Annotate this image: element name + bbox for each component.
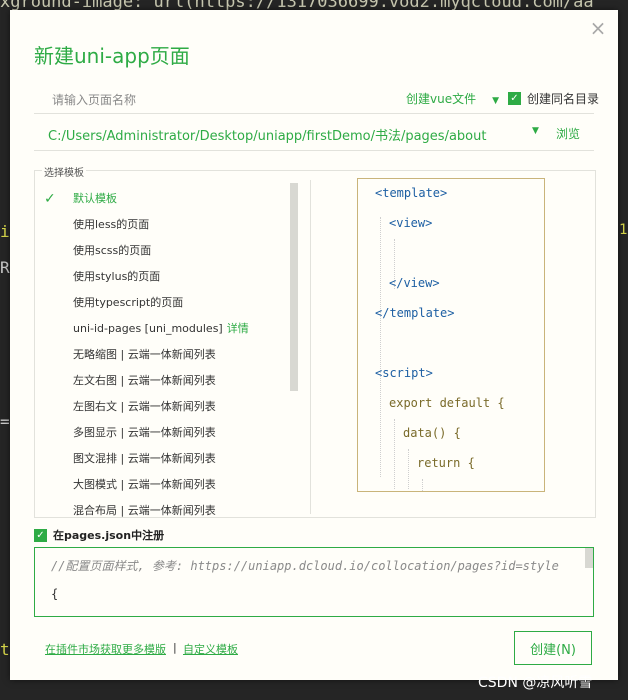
template-item[interactable]: 左图右文 | 云端一体新闻列表 — [44, 394, 292, 420]
code-line: export default { — [389, 396, 505, 410]
code-line: <template> — [375, 186, 448, 200]
background-code-fragment: t — [0, 640, 10, 659]
template-item-label: 图文混排 | 云端一体新闻列表 — [73, 452, 216, 465]
background-code-fragment: 1( — [619, 222, 628, 238]
template-item-label: 混合布局 | 云端一体新闻列表 — [73, 504, 216, 517]
template-preview: <template> <view> </view> </template> <s… — [357, 178, 545, 492]
check-icon: ✓ — [44, 191, 56, 207]
file-type-select[interactable]: 创建vue文件 ▼ — [406, 90, 499, 107]
divider — [34, 150, 594, 151]
template-item-label: 使用scss的页面 — [73, 244, 152, 257]
template-item-label: 默认模板 — [73, 192, 117, 205]
template-item[interactable]: 使用stylus的页面 — [44, 264, 292, 290]
code-line: return { — [417, 456, 475, 470]
template-item[interactable]: ✓ 默认模板 — [44, 186, 292, 212]
template-detail-link[interactable]: 详情 — [227, 322, 249, 335]
background-code-fragment: R — [0, 258, 10, 277]
close-icon[interactable]: × — [588, 18, 608, 38]
code-line: </view> — [389, 276, 440, 290]
custom-template-link[interactable]: 自定义模板 — [183, 641, 238, 657]
create-button[interactable]: 创建(N) — [514, 631, 592, 665]
template-item-label: 左图右文 | 云端一体新闻列表 — [73, 400, 216, 413]
code-line: <view> — [389, 216, 433, 230]
template-item[interactable]: 左文右图 | 云端一体新闻列表 — [44, 368, 292, 394]
template-item[interactable]: uni-id-pages [uni_modules] 详情 — [44, 316, 292, 342]
page-name-input[interactable] — [34, 88, 400, 112]
pages-json-editor[interactable]: //配置页面样式, 参考: https://uniapp.dcloud.io/c… — [34, 547, 594, 617]
plugin-market-link[interactable]: 在插件市场获取更多模版 — [45, 641, 166, 657]
new-page-dialog: 新建uni-app页面 × 创建vue文件 ▼ ✓ 创建同名目录 C:/Users… — [10, 10, 618, 680]
template-item[interactable]: 混合布局 | 云端一体新闻列表 — [44, 498, 292, 524]
register-pages-json-checkbox[interactable]: ✓ 在pages.json中注册 — [34, 527, 164, 543]
indent-guide — [422, 479, 423, 491]
code-line: </template> — [375, 306, 455, 320]
template-item[interactable]: 无略缩图 | 云端一体新闻列表 — [44, 342, 292, 368]
divider — [310, 180, 311, 514]
same-dir-checkbox[interactable]: ✓ 创建同名目录 — [508, 90, 599, 107]
template-item-label: 大图模式 | 云端一体新闻列表 — [73, 478, 216, 491]
template-item[interactable]: 多图显示 | 云端一体新闻列表 — [44, 420, 292, 446]
indent-guide — [408, 449, 409, 489]
template-item-label: uni-id-pages [uni_modules] — [73, 322, 223, 335]
divider — [34, 113, 594, 114]
template-item[interactable]: 使用typescript的页面 — [44, 290, 292, 316]
file-type-label: 创建vue文件 — [406, 92, 477, 106]
template-item-label: 使用less的页面 — [73, 218, 150, 231]
background-code-fragment: i — [0, 222, 10, 241]
same-dir-label: 创建同名目录 — [527, 92, 600, 106]
dialog-title: 新建uni-app页面 — [34, 44, 190, 68]
template-list: ✓ 默认模板使用less的页面 使用scss的页面 使用stylus的页面使用type… — [44, 186, 292, 524]
background-code-fragment: = — [0, 412, 10, 431]
page-path-field[interactable]: C:/Users/Administrator/Desktop/uniapp/fi… — [48, 125, 486, 144]
template-scrollbar[interactable] — [290, 183, 298, 391]
watermark: CSDN @凉风听雪 — [478, 675, 593, 691]
code-line: data() { — [403, 426, 461, 440]
template-item-label: 无略缩图 | 云端一体新闻列表 — [73, 348, 216, 361]
browse-button[interactable]: 浏览 — [556, 125, 580, 142]
template-item-label: 使用typescript的页面 — [73, 296, 184, 309]
indent-guide — [394, 419, 395, 489]
indent-guide — [380, 217, 381, 477]
code-line: <script> — [375, 366, 433, 380]
template-item[interactable]: 大图模式 | 云端一体新闻列表 — [44, 472, 292, 498]
json-scrollbar[interactable] — [585, 548, 593, 568]
json-brace: { — [51, 587, 59, 601]
template-item-label: 左文右图 | 云端一体新闻列表 — [73, 374, 216, 387]
template-item[interactable]: 使用less的页面 — [44, 212, 292, 238]
template-item-label: 多图显示 | 云端一体新闻列表 — [73, 426, 216, 439]
template-legend: 选择模板 — [42, 164, 86, 179]
template-item-label: 使用stylus的页面 — [73, 270, 161, 283]
template-item[interactable]: 图文混排 | 云端一体新闻列表 — [44, 446, 292, 472]
chevron-down-icon[interactable]: ▼ — [532, 126, 539, 136]
chevron-down-icon: ▼ — [492, 96, 500, 106]
template-item[interactable]: 使用scss的页面 — [44, 238, 292, 264]
link-separator: | — [173, 641, 177, 654]
checkbox-checked-icon: ✓ — [508, 92, 521, 105]
json-comment: //配置页面样式, 参考: https://uniapp.dcloud.io/c… — [51, 559, 559, 573]
checkbox-checked-icon: ✓ — [34, 528, 47, 542]
register-label: 在pages.json中注册 — [53, 529, 165, 542]
